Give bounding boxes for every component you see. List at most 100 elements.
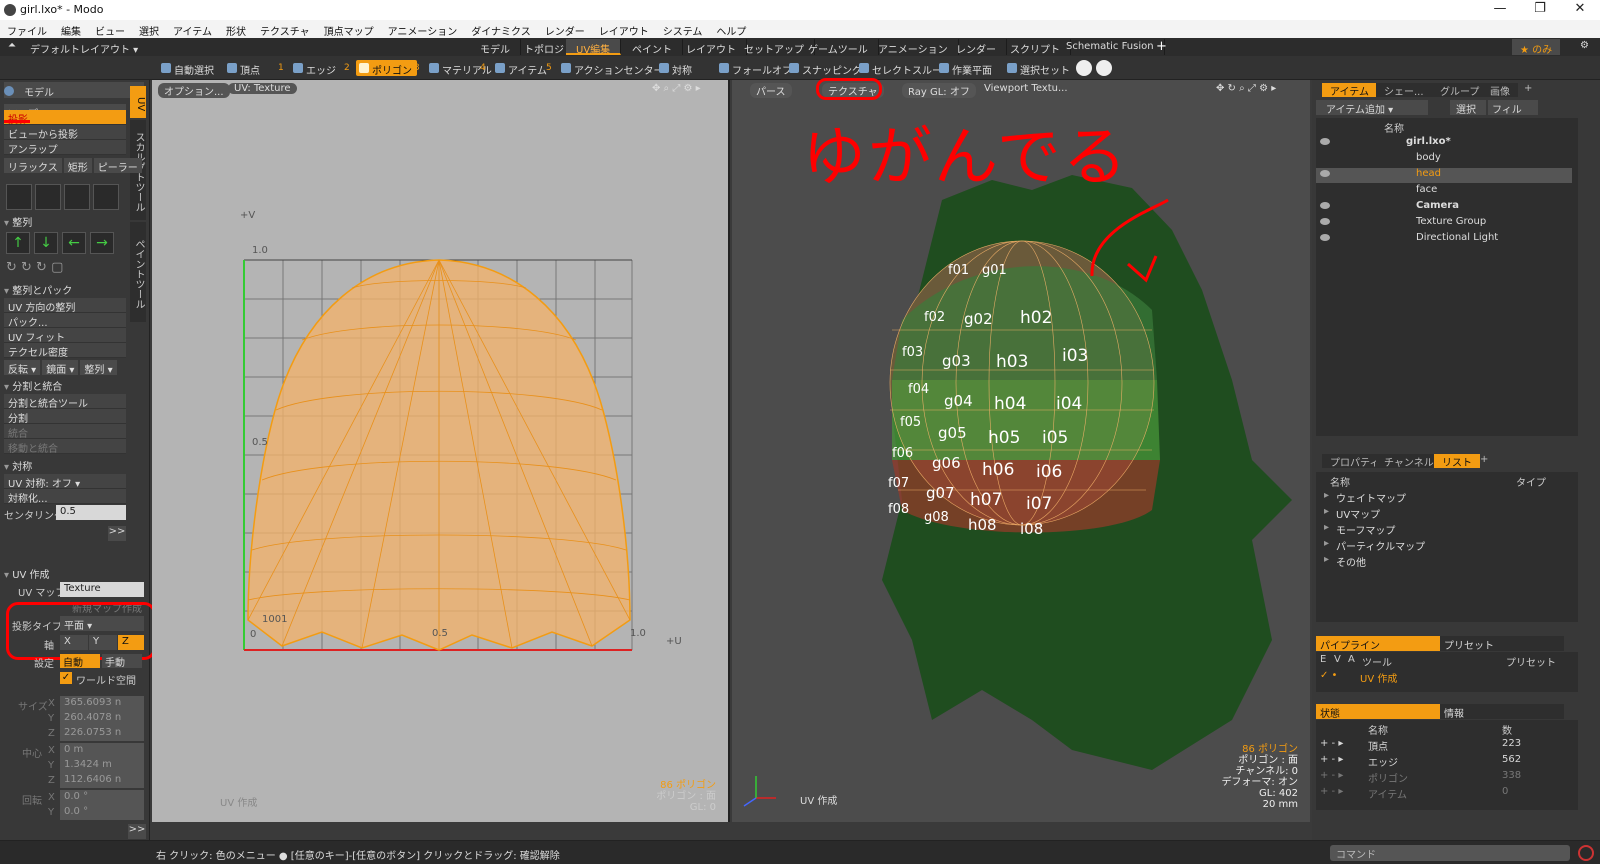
uv-tool-icon-1[interactable]: [6, 184, 32, 210]
menu-render[interactable]: レンダー: [538, 20, 592, 38]
falloff-button[interactable]: フォールオフ: [716, 60, 797, 77]
world-space-checkbox[interactable]: ✓: [60, 672, 72, 684]
selection-set-button[interactable]: 選択セット: [1004, 60, 1075, 77]
size-z-field[interactable]: 226.0753 n: [60, 726, 144, 741]
unreal-icon[interactable]: [1096, 60, 1112, 76]
menu-layout[interactable]: レイアウト: [592, 20, 656, 38]
uv-symmetry-select[interactable]: UV 対称: オフ ▾: [4, 474, 126, 490]
axis-y-button[interactable]: Y: [89, 635, 117, 650]
filter-button[interactable]: フィル ...: [1488, 100, 1538, 127]
rotation-y-field[interactable]: 0.0 °: [60, 805, 144, 820]
menu-view[interactable]: ビュー: [88, 20, 132, 38]
layout-select[interactable]: デフォルトレイアウト ▾: [30, 41, 138, 56]
center-z-field[interactable]: 112.6406 n: [60, 773, 144, 788]
tree-row-body[interactable]: body: [1316, 152, 1572, 167]
menu-item[interactable]: アイテム: [166, 20, 219, 38]
align-right-icon[interactable]: →: [90, 232, 114, 254]
split-header[interactable]: 分割と統合: [4, 378, 144, 393]
tab-channels[interactable]: チャンネル: [1376, 454, 1442, 469]
projection-type-select[interactable]: 平面 ▾: [60, 616, 144, 632]
tab-uv[interactable]: UV: [130, 86, 146, 118]
axis-z-button[interactable]: Z: [118, 635, 144, 650]
menu-file[interactable]: ファイル: [0, 20, 54, 38]
tab-state[interactable]: 状態: [1316, 704, 1440, 720]
menu-edit[interactable]: 編集: [54, 20, 88, 38]
align-dropdown[interactable]: 整列 ▾: [80, 360, 117, 376]
split-button[interactable]: 分割: [4, 409, 126, 425]
peeler-button[interactable]: ピーラー: [93, 158, 142, 174]
list-item-weight-map[interactable]: ウェイトマップ: [1322, 490, 1562, 505]
move-merge-button[interactable]: 移動と統合: [4, 439, 126, 455]
tab-uv-edit[interactable]: UV編集: [566, 39, 622, 56]
tab-items[interactable]: アイテム: [1322, 83, 1377, 98]
model-button[interactable]: モデル: [4, 82, 144, 99]
tree-row-light[interactable]: Directional Light: [1316, 232, 1572, 247]
centering-input[interactable]: 0.5: [56, 505, 126, 520]
tree-row-camera[interactable]: Camera: [1316, 200, 1572, 215]
auto-select-button[interactable]: 自動選択: [158, 60, 219, 77]
menu-dynamics[interactable]: ダイナミクス: [464, 20, 538, 38]
visibility-eye-icon[interactable]: [1320, 234, 1330, 241]
uv-map-field[interactable]: Texture: [60, 582, 144, 597]
uv-tool-icon-4[interactable]: [93, 184, 119, 210]
align-pack-header[interactable]: 整列とパック: [4, 282, 144, 297]
rotate-icons[interactable]: ↻ ↻ ↻ ▢: [6, 260, 63, 275]
tab-images[interactable]: 画像: [1482, 83, 1518, 98]
item-mode-button[interactable]: アイテム: [492, 60, 552, 77]
flip-dropdown[interactable]: 反転 ▾: [4, 360, 41, 376]
command-input[interactable]: コマンド: [1330, 845, 1570, 861]
material-mode-button[interactable]: マテリアル: [426, 60, 497, 77]
texel-density-button[interactable]: テクセル密度: [4, 343, 126, 359]
tab-paint-tools[interactable]: ペイントツール: [130, 222, 146, 322]
state-row-polygon[interactable]: + - ▸ ポリゴン 338: [1316, 770, 1576, 785]
tab-groups[interactable]: グループ: [1432, 83, 1488, 98]
tab-game-tools[interactable]: ゲームツール: [798, 39, 879, 56]
uv-fit-button[interactable]: UV フィット: [4, 328, 126, 344]
align-up-icon[interactable]: ↑: [6, 232, 30, 254]
maximize-button[interactable]: ❐: [1520, 0, 1560, 20]
relax-button[interactable]: リラックス: [4, 158, 62, 174]
tab-paint[interactable]: ペイント: [622, 39, 683, 56]
more-button-2[interactable]: >>: [128, 824, 146, 839]
home-icon[interactable]: ⏶: [8, 40, 16, 51]
visibility-eye-icon[interactable]: [1320, 138, 1330, 145]
state-row-vertex[interactable]: + - ▸ 頂点 223: [1316, 738, 1576, 753]
list-item-other[interactable]: その他: [1322, 554, 1562, 569]
state-row-item[interactable]: + - ▸ アイテム 0: [1316, 786, 1576, 801]
minimize-button[interactable]: —: [1480, 0, 1520, 20]
3d-viewport[interactable]: パース テクスチャ Ray GL: オフ Viewport Textu... ✥…: [732, 78, 1310, 822]
tab-add[interactable]: +: [1516, 83, 1540, 97]
align-header[interactable]: 整列: [4, 214, 144, 229]
symmetry-button[interactable]: 対称: [656, 60, 697, 77]
list-item-morph-map[interactable]: モーフマップ: [1322, 522, 1562, 537]
tab-render[interactable]: レンダー: [946, 39, 1007, 56]
pipeline-row-uv-create[interactable]: UV 作成: [1360, 670, 1397, 685]
size-x-field[interactable]: 365.6093 n: [60, 696, 144, 711]
symmetry-header[interactable]: 対称: [4, 458, 144, 473]
unity-icon[interactable]: [1076, 60, 1092, 76]
close-button[interactable]: ✕: [1560, 0, 1600, 20]
uv-tool-icon-3[interactable]: [64, 184, 90, 210]
action-center-button[interactable]: アクションセンター: [558, 60, 669, 77]
select-button[interactable]: 選択: [1450, 100, 1486, 116]
more-button[interactable]: >>: [108, 526, 126, 541]
tab-shader[interactable]: シェー...: [1376, 83, 1432, 98]
pack-button[interactable]: パック...: [4, 313, 126, 329]
edge-mode-button[interactable]: エッジ: [290, 60, 341, 77]
tree-row-texture-group[interactable]: Texture Group: [1316, 216, 1572, 231]
size-y-field[interactable]: 260.4078 n: [60, 711, 144, 726]
vertex-mode-button[interactable]: 頂点: [224, 60, 265, 77]
visibility-eye-icon[interactable]: [1320, 170, 1330, 177]
uv-orient-button[interactable]: UV 方向の整列: [4, 298, 126, 314]
favorites-only[interactable]: ★ のみ: [1512, 39, 1561, 56]
tab-add-2[interactable]: +: [1472, 454, 1496, 468]
add-tab-button[interactable]: +: [1156, 39, 1167, 54]
uv-tool-icon-2[interactable]: [35, 184, 61, 210]
record-icon[interactable]: [1578, 845, 1594, 861]
project-from-view-tool[interactable]: ビューから投影: [4, 125, 126, 141]
visibility-eye-icon[interactable]: [1320, 218, 1330, 225]
align-left-icon[interactable]: ←: [62, 232, 86, 254]
align-down-icon[interactable]: ↓: [34, 232, 58, 254]
tab-pipeline[interactable]: パイプライン: [1316, 636, 1440, 652]
mirror-dropdown[interactable]: 鏡面 ▾: [42, 360, 79, 376]
